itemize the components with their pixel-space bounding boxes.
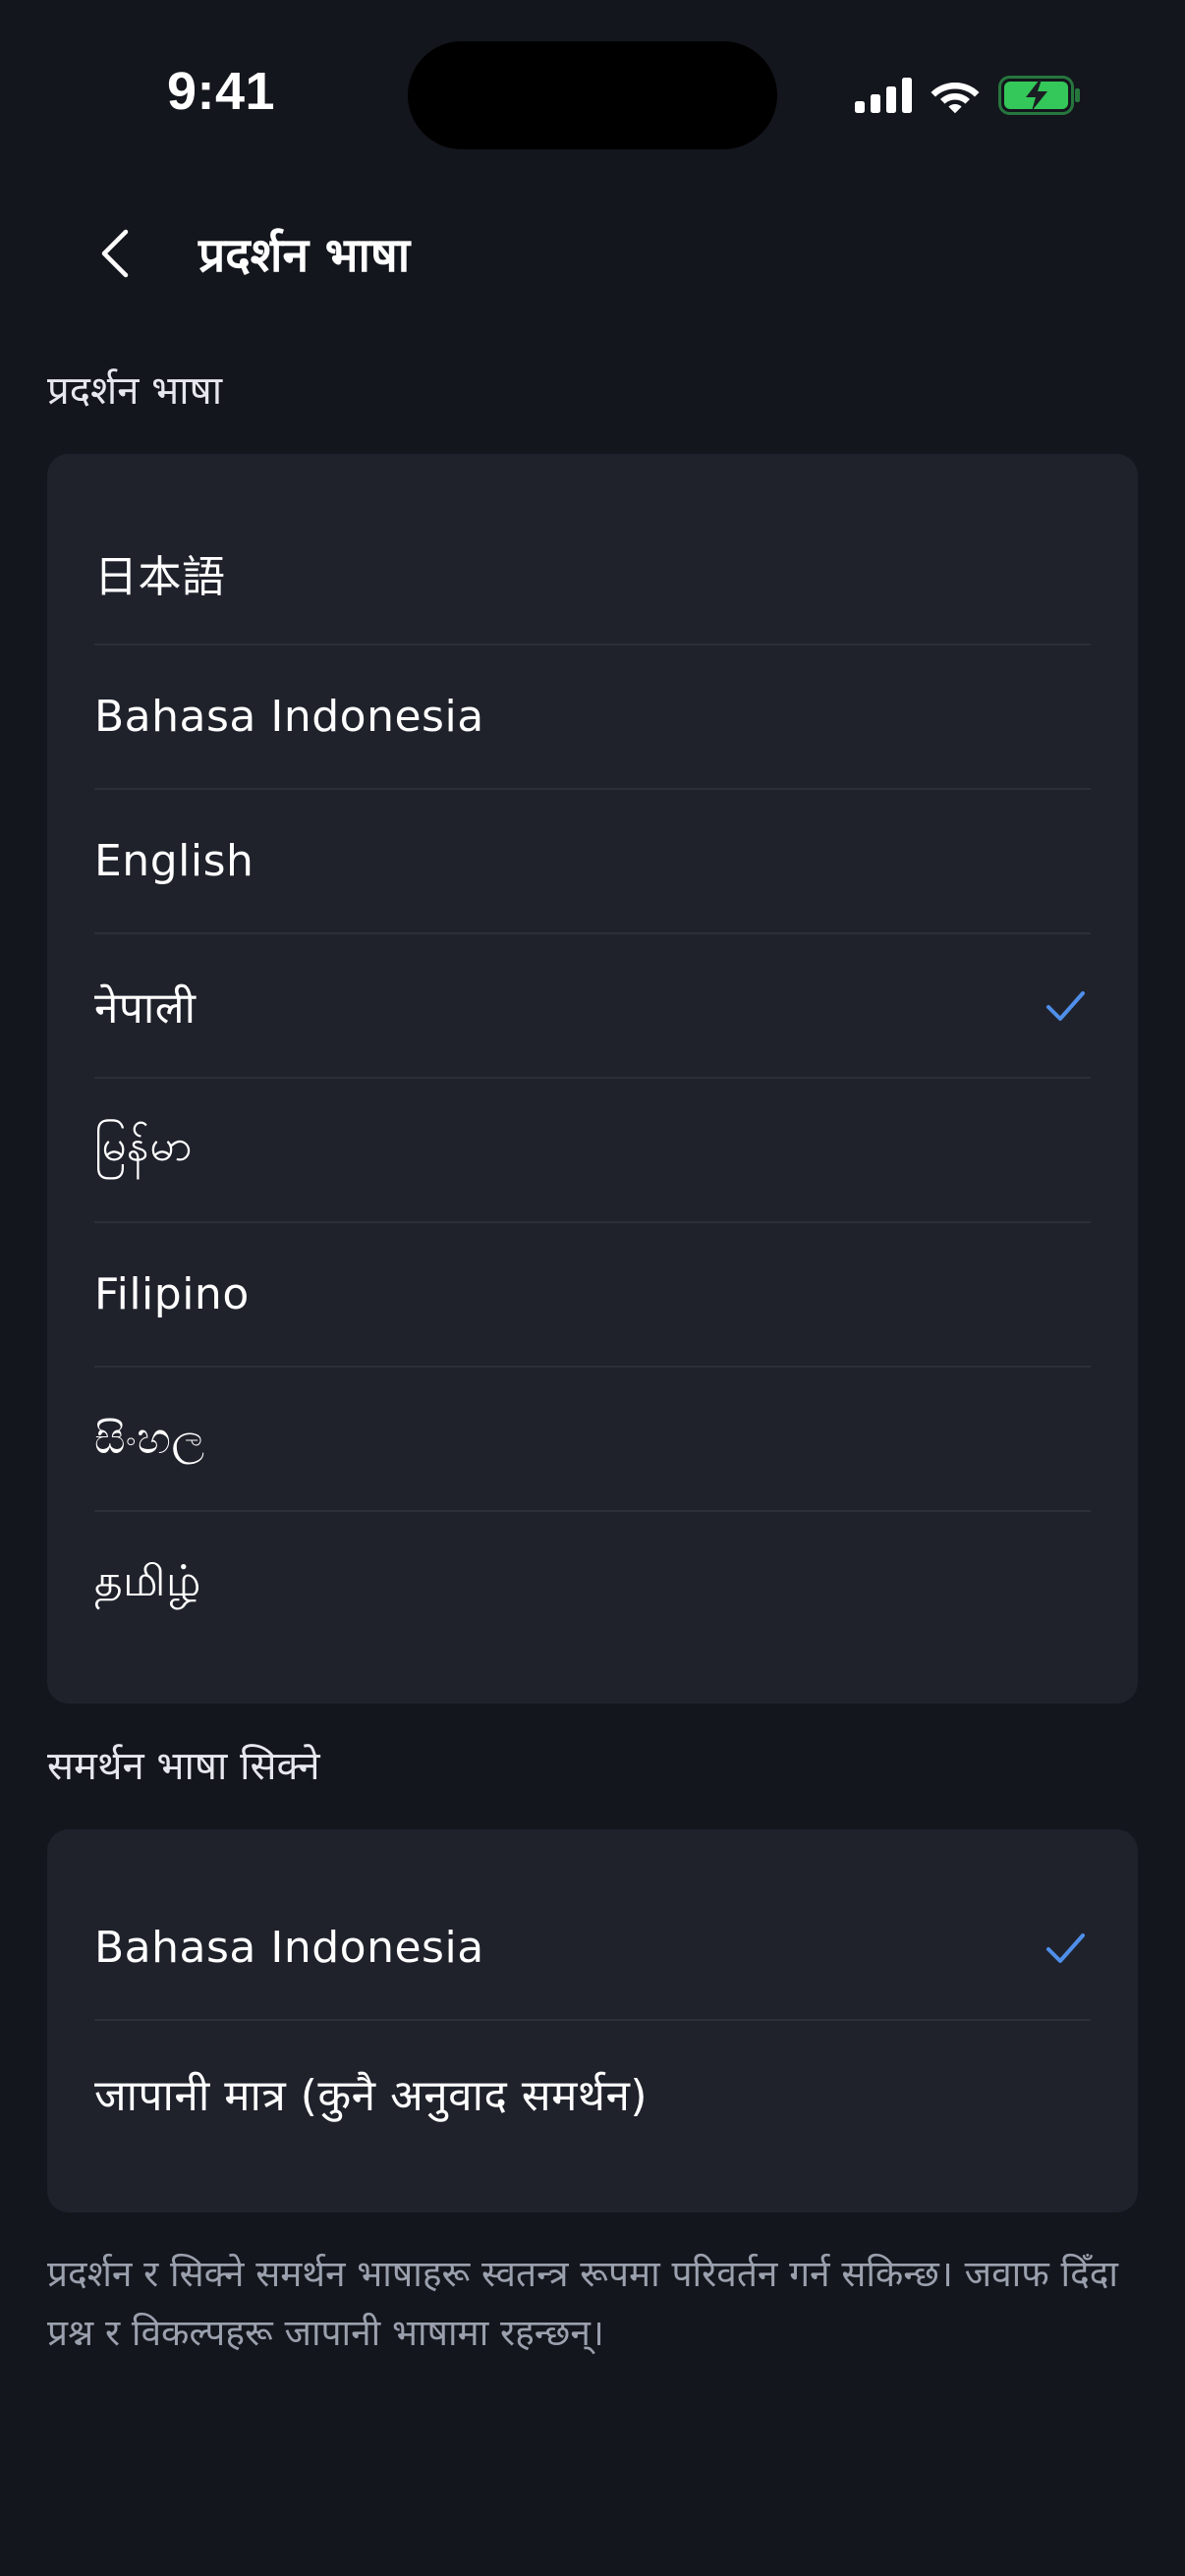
- checkmark-icon: [1046, 1932, 1085, 1963]
- language-option-indonesian[interactable]: Bahasa Indonesia: [94, 645, 1091, 790]
- status-bar: 9:41: [0, 0, 1185, 187]
- support-language-section-label: समर्थन भाषा सिक्ने: [47, 1744, 320, 1789]
- language-option-english[interactable]: English: [94, 790, 1091, 934]
- language-option-label: தமிழ்: [94, 1556, 201, 1606]
- wifi-icon: [931, 83, 980, 114]
- language-option-label: සිංහල: [94, 1414, 205, 1464]
- language-option-burmese[interactable]: မြန်မာ: [94, 1079, 1091, 1223]
- dynamic-island: [408, 41, 777, 149]
- checkmark-icon: [1046, 990, 1085, 1021]
- header: प्रदर्शन भाषा: [0, 196, 1185, 314]
- support-option-japanese-only[interactable]: जापानी मात्र (कुनै अनुवाद समर्थन): [94, 2021, 1091, 2165]
- language-option-sinhala[interactable]: සිංහල: [94, 1368, 1091, 1512]
- language-option-label: မြန်မာ: [94, 1120, 194, 1171]
- chevron-left-icon: [101, 229, 129, 278]
- back-button[interactable]: [77, 214, 155, 293]
- language-option-nepali[interactable]: नेपाली: [94, 934, 1091, 1079]
- display-language-card: 日本語 Bahasa Indonesia English नेपाली မြန်…: [47, 454, 1138, 1704]
- language-option-label: 日本語: [94, 551, 226, 602]
- cellular-signal-icon: [855, 78, 912, 113]
- display-language-section-label: प्रदर्शन भाषा: [47, 368, 223, 414]
- language-option-tamil[interactable]: தமிழ்: [94, 1512, 1091, 1656]
- language-option-filipino[interactable]: Filipino: [94, 1223, 1091, 1368]
- support-option-indonesian[interactable]: Bahasa Indonesia: [94, 1876, 1091, 2021]
- support-option-label: जापानी मात्र (कुनै अनुवाद समर्थन): [94, 2070, 649, 2121]
- language-option-label: Filipino: [94, 1269, 250, 1319]
- status-icons: [855, 71, 1081, 120]
- support-language-card: Bahasa Indonesia जापानी मात्र (कुनै अनुव…: [47, 1829, 1138, 2212]
- language-option-label: English: [94, 836, 254, 886]
- page-title: प्रदर्शन भाषा: [198, 228, 411, 283]
- language-option-label: नेपाली: [94, 982, 197, 1034]
- status-time: 9:41: [167, 62, 276, 121]
- language-option-label: Bahasa Indonesia: [94, 692, 484, 742]
- battery-charging-icon: [998, 76, 1080, 115]
- footer-note: प्रदर्शन र सिक्ने समर्थन भाषाहरू स्वतन्त…: [47, 2253, 1119, 2354]
- support-option-label: Bahasa Indonesia: [94, 1923, 484, 1973]
- language-option-japanese[interactable]: 日本語: [94, 501, 1091, 645]
